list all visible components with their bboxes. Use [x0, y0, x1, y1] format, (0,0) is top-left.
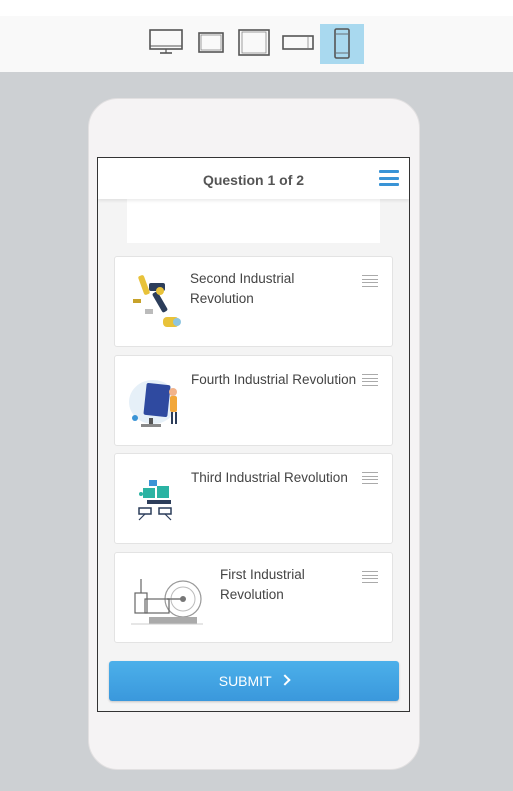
drag-handle-icon[interactable]	[362, 472, 378, 484]
steam-engine-illustration	[131, 579, 203, 625]
top-strip	[0, 0, 513, 16]
person-with-screen-illustration	[129, 380, 177, 427]
robot-arm-illustration	[133, 275, 181, 327]
submit-button[interactable]: SUBMIT	[109, 661, 399, 701]
tablet-landscape-view-button[interactable]	[194, 26, 228, 58]
question-text-area	[127, 199, 380, 243]
phone-landscape-view-button[interactable]	[280, 26, 316, 58]
answer-card[interactable]: First Industrial Revolution	[114, 552, 393, 643]
desktop-icon	[149, 29, 183, 54]
chevron-right-icon	[279, 674, 291, 686]
device-toolbar	[0, 16, 513, 72]
tablet-icon	[198, 32, 224, 53]
desktop-view-button[interactable]	[146, 26, 186, 58]
phone-screen: Question 1 of 2 Second Industrial Revolu…	[97, 157, 410, 712]
tablet-portrait-icon	[238, 29, 270, 56]
answer-card[interactable]: Fourth Industrial Revolution	[114, 355, 393, 446]
drag-handle-icon[interactable]	[362, 275, 378, 287]
submit-label: SUBMIT	[218, 673, 272, 689]
quiz-header: Question 1 of 2	[98, 158, 409, 199]
drag-handle-icon[interactable]	[362, 571, 378, 583]
computer-network-illustration	[138, 480, 172, 521]
phone-landscape-icon	[282, 35, 314, 50]
submit-bar: SUBMIT	[98, 655, 409, 711]
tablet-portrait-view-button[interactable]	[236, 26, 272, 58]
answer-label: Second Industrial Revolution	[190, 271, 295, 306]
answer-card[interactable]: Second Industrial Revolution	[114, 256, 393, 347]
answer-label: Third Industrial Revolution	[191, 470, 348, 485]
question-counter: Question 1 of 2	[202, 172, 305, 188]
phone-portrait-icon	[334, 28, 350, 59]
answer-card[interactable]: Third Industrial Revolution	[114, 453, 393, 544]
answer-label: Fourth Industrial Revolution	[191, 372, 357, 387]
answer-label: First Industrial Revolution	[220, 567, 305, 602]
drag-handle-icon[interactable]	[362, 374, 378, 386]
hamburger-menu-icon[interactable]	[379, 170, 399, 186]
phone-portrait-view-button[interactable]	[320, 24, 364, 64]
